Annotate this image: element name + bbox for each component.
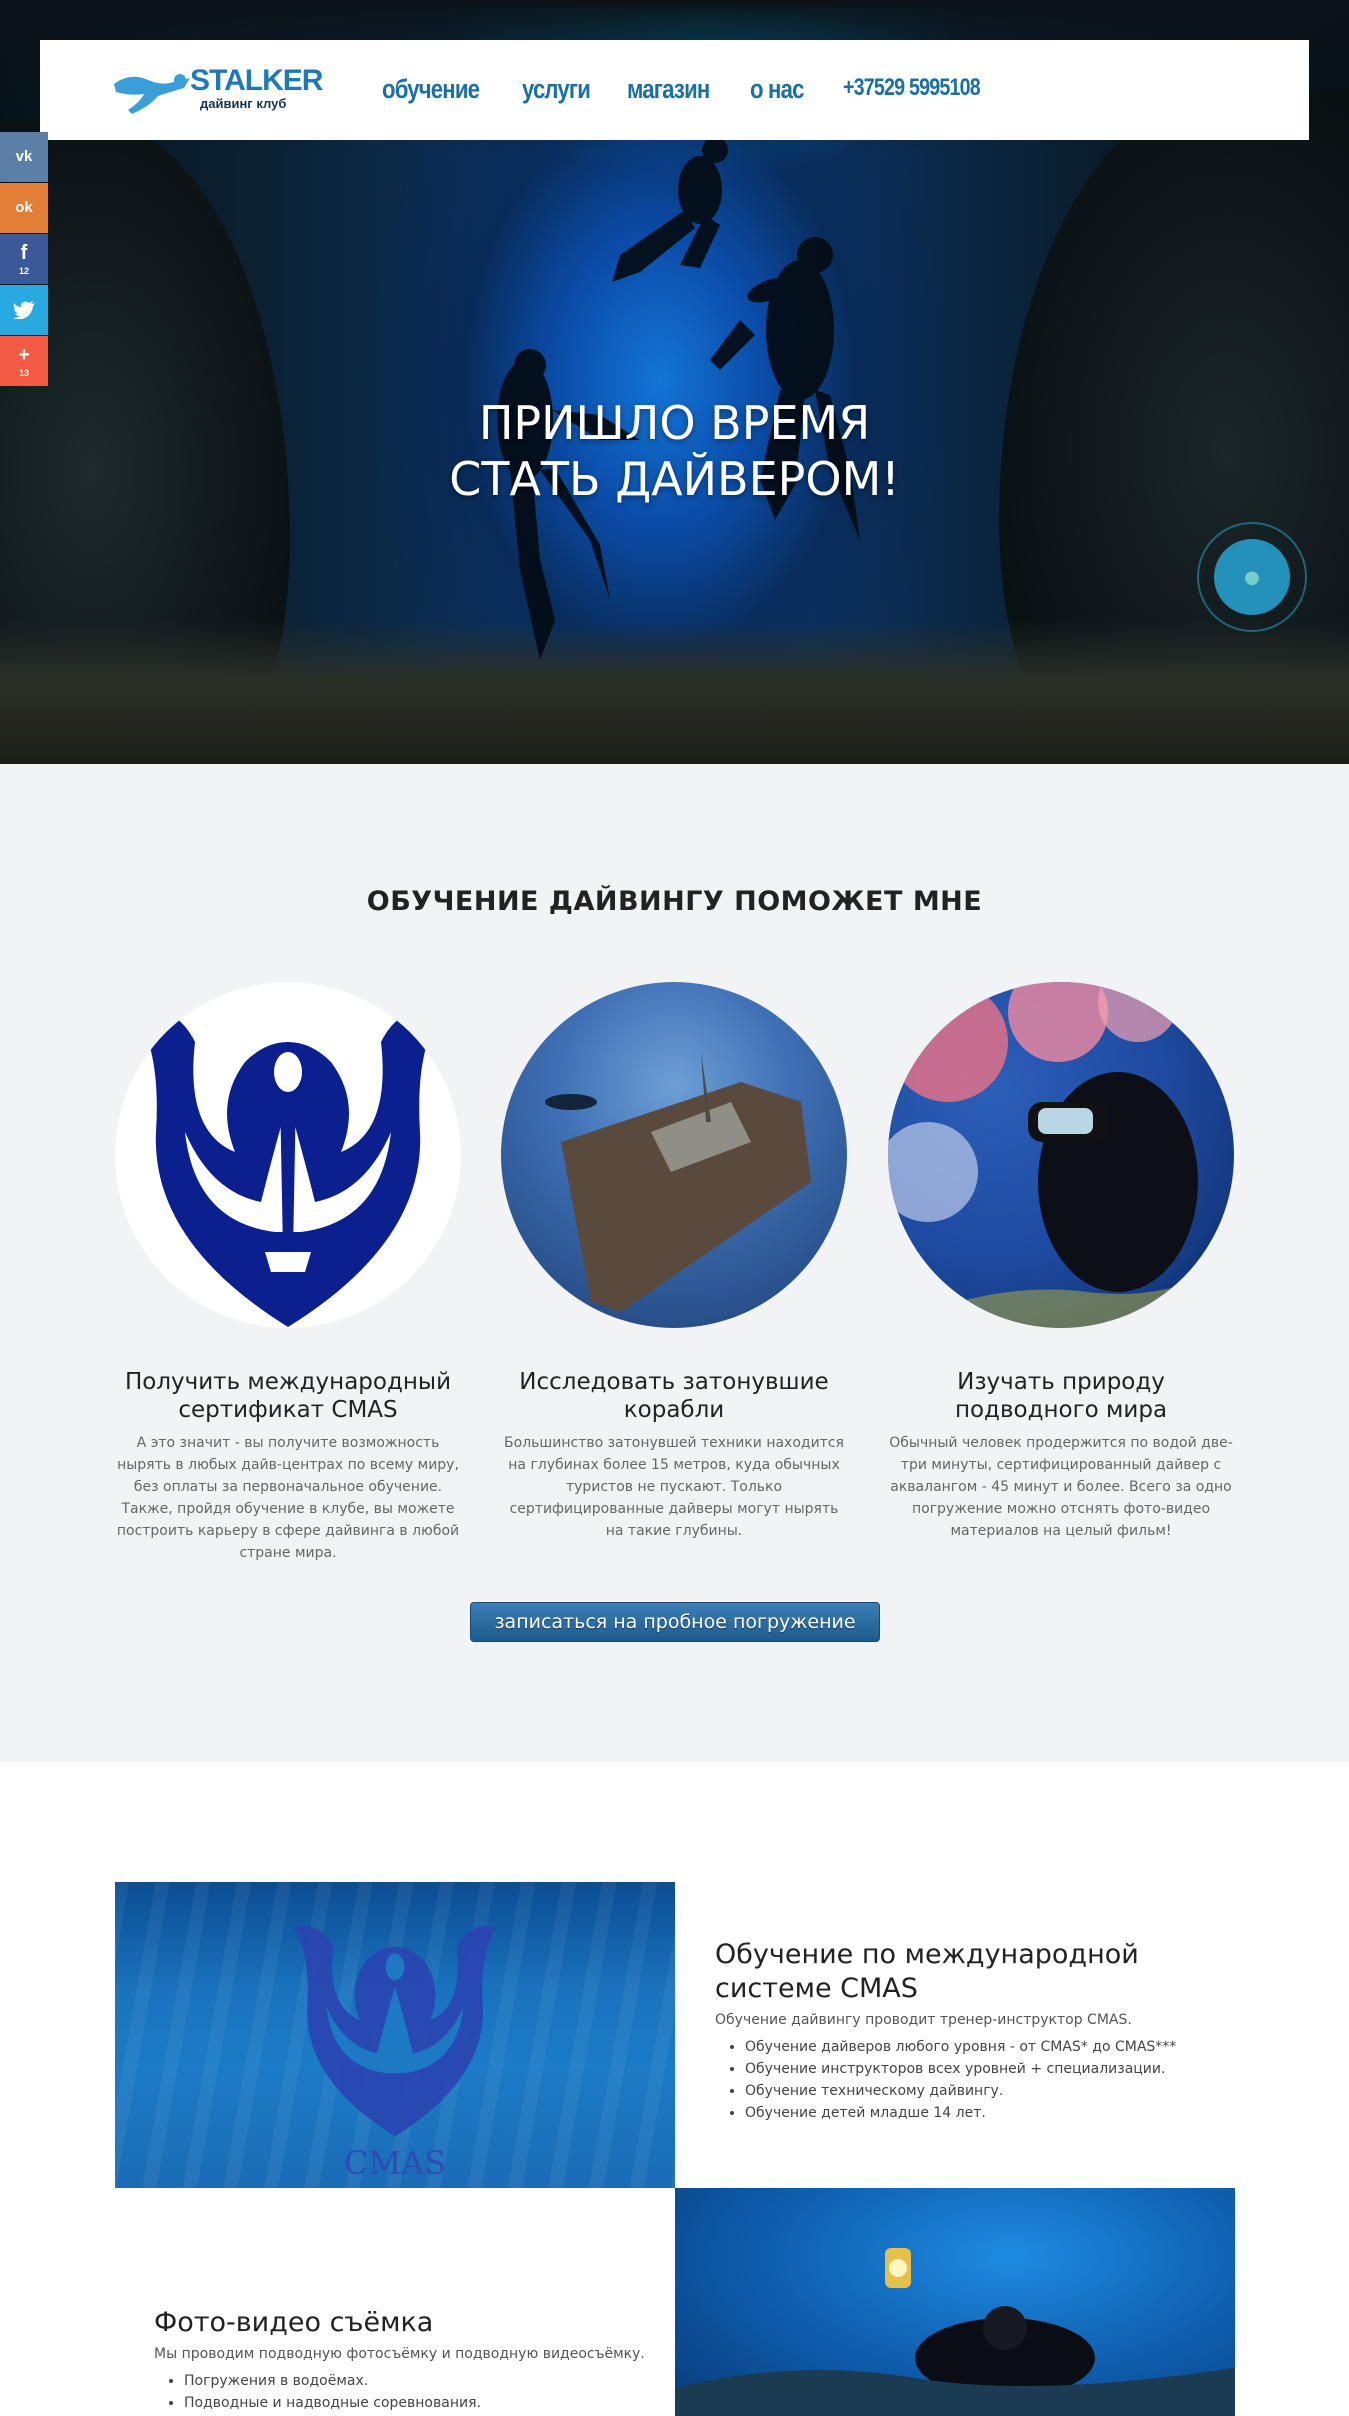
site-header: STALKER дайвинг клуб обучение услуги маг… xyxy=(40,40,1309,140)
benefit-card: Получить международный сертификат CMAS А… xyxy=(115,1368,461,1564)
trial-dive-signup-button[interactable]: записаться на пробное погружение xyxy=(470,1602,880,1642)
service-title: Обучение по международной системе CMAS xyxy=(715,1939,1139,2004)
more-share-button[interactable]: + 13 xyxy=(0,336,48,386)
nav-item-shop[interactable]: магазин xyxy=(627,74,710,105)
service-cmas-training: Обучение по международной системе CMAS О… xyxy=(715,1938,1235,2124)
logo-subtitle: дайвинг клуб xyxy=(200,96,287,111)
hero-title-line2: СТАТЬ ДАЙВЕРОМ! xyxy=(449,452,900,506)
shipwreck-image xyxy=(501,982,847,1328)
list-item: Погружения в водоёмах. xyxy=(184,2370,674,2392)
service-bullets: Погружения в водоёмах. Подводные и надво… xyxy=(184,2370,674,2414)
hero-title-line1: ПРИШЛО ВРЕМЯ xyxy=(478,396,871,450)
nav-item-about[interactable]: о нас xyxy=(750,74,804,105)
list-item: Подводные и надводные соревнования. xyxy=(184,2392,674,2414)
callback-button[interactable]: ● xyxy=(1197,522,1307,632)
cmas-caption: CMAS xyxy=(343,2144,447,2182)
chat-icon: ● xyxy=(1214,539,1290,615)
service-intro: Обучение дайвингу проводит тренер-инстру… xyxy=(715,2012,1132,2028)
list-item: Обучение дайверов любого уровня - от CMA… xyxy=(745,2036,1235,2058)
cmas-underwater-image: CMAS xyxy=(115,1882,675,2188)
cmas-emblem-image xyxy=(115,982,461,1328)
nav-item-services[interactable]: услуги xyxy=(522,74,591,105)
list-item: Обучение детей младше 14 лет. xyxy=(745,2102,1235,2124)
benefit-text: Большинство затонувшей техники находится… xyxy=(504,1435,844,1539)
vk-share-button[interactable]: vk xyxy=(0,132,48,182)
service-title: Фото-видео съёмка xyxy=(154,2307,434,2338)
more-share-count: 13 xyxy=(18,367,29,378)
logo[interactable]: STALKER дайвинг клуб xyxy=(110,62,323,118)
diver-logo-icon xyxy=(114,74,190,114)
nav-phone-link[interactable]: +37529 5995108 xyxy=(843,74,981,105)
facebook-icon: f xyxy=(20,241,28,264)
twitter-share-button[interactable] xyxy=(0,285,48,335)
list-item: Обучение техническому дайвингу. xyxy=(745,2080,1235,2102)
plus-icon: + xyxy=(18,343,30,366)
cmas-emblem-icon xyxy=(135,1010,441,1327)
facebook-share-button[interactable]: f 12 xyxy=(0,234,48,284)
vk-icon: vk xyxy=(15,148,33,165)
benefit-card: Исследовать затонувшие корабли Большинст… xyxy=(501,1368,847,1542)
underwater-photographer-image xyxy=(675,2188,1235,2416)
cmas-emblem-icon xyxy=(293,1925,497,2137)
benefits-section: ОБУЧЕНИЕ ДАЙВИНГУ ПОМОЖЕТ МНЕ Получить м… xyxy=(0,764,1349,1762)
logo-title: STALKER xyxy=(190,64,323,97)
list-item: Обучение инструкторов всех уровней + спе… xyxy=(745,2058,1235,2080)
benefit-title: Исследовать затонувшие корабли xyxy=(519,1369,829,1423)
coral-diver-image xyxy=(888,982,1234,1328)
benefit-title: Изучать природу подводного мира xyxy=(954,1369,1168,1423)
benefit-text: Обычный человек продержится по водой две… xyxy=(889,1435,1233,1539)
odnoklassniki-icon: ok xyxy=(15,199,33,216)
service-photo-video: Фото-видео съёмка Мы проводим подводную … xyxy=(154,2306,674,2414)
main-nav: обучение услуги магазин о нас +37529 599… xyxy=(382,74,1010,105)
benefit-text: А это значит - вы получите возможность н… xyxy=(116,1435,460,1561)
benefit-title: Получить международный сертификат CMAS xyxy=(124,1369,452,1423)
benefits-title: ОБУЧЕНИЕ ДАЙВИНГУ ПОМОЖЕТ МНЕ xyxy=(366,886,983,917)
hero-title: ПРИШЛО ВРЕМЯ СТАТЬ ДАЙВЕРОМ! xyxy=(0,395,1349,507)
social-share-bar: vk ok f 12 + 13 xyxy=(0,132,48,387)
twitter-icon xyxy=(13,301,35,319)
hero-section: STALKER дайвинг клуб обучение услуги маг… xyxy=(0,0,1349,764)
service-bullets: Обучение дайверов любого уровня - от CMA… xyxy=(745,2036,1235,2124)
odnoklassniki-share-button[interactable]: ok xyxy=(0,183,48,233)
benefit-card: Изучать природу подводного мира Обычный … xyxy=(888,1368,1234,1542)
nav-item-training[interactable]: обучение xyxy=(382,74,480,105)
service-intro: Мы проводим подводную фотосъёмку и подво… xyxy=(154,2346,645,2362)
facebook-share-count: 12 xyxy=(18,265,29,276)
